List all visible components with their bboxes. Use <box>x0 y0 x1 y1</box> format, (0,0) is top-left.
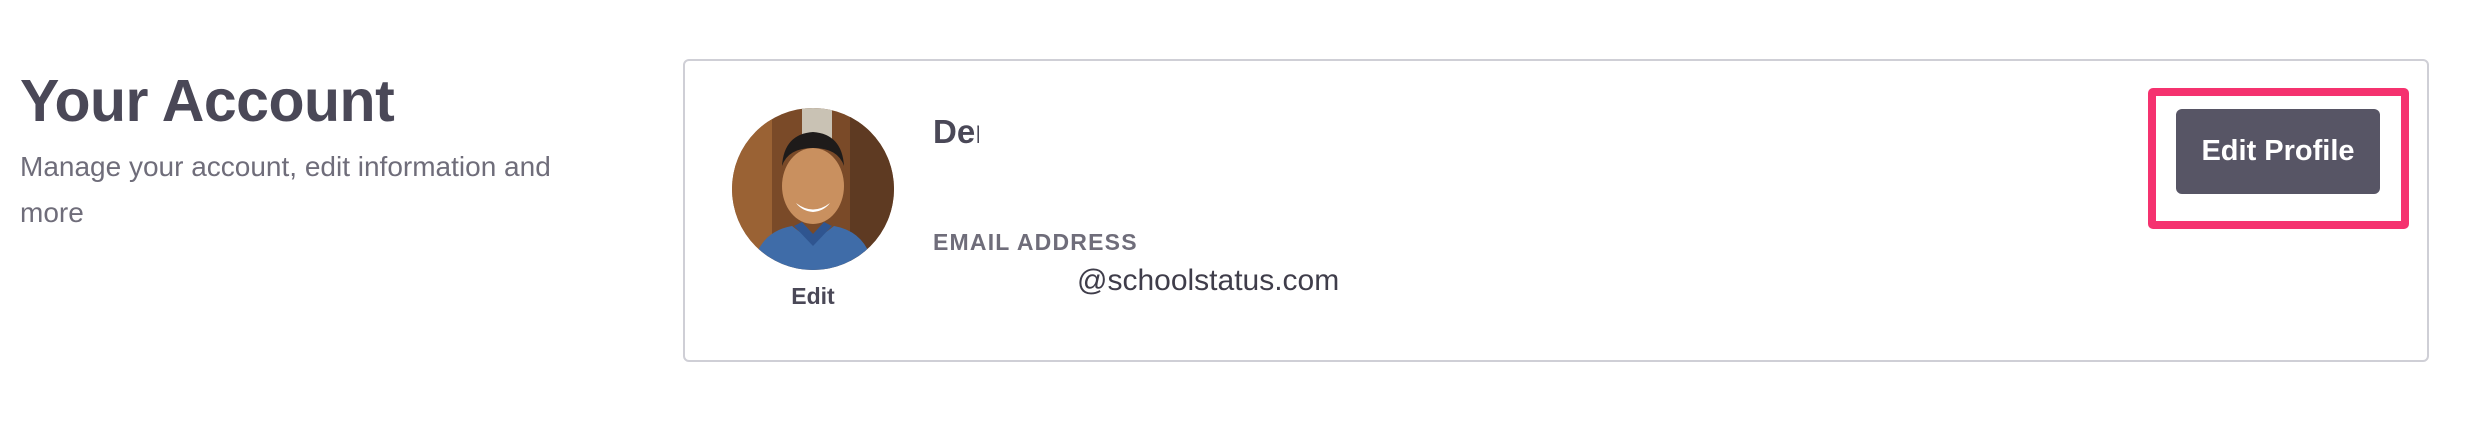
page-title: Your Account <box>20 68 395 134</box>
email-address-label: EMAIL ADDRESS <box>933 229 1138 255</box>
account-intro: Your Account Manage your account, edit i… <box>20 62 580 236</box>
avatar[interactable] <box>732 108 894 270</box>
email-address-value: @schoolstatus.com <box>1077 264 1340 297</box>
page-subtitle: Manage your account, edit information an… <box>20 151 551 228</box>
edit-profile-button[interactable]: Edit Profile <box>2176 109 2380 194</box>
avatar-edit-link[interactable]: Edit <box>732 283 894 310</box>
account-page: Your Account Manage your account, edit i… <box>0 0 2476 428</box>
profile-name: Den <box>933 113 979 150</box>
profile-card: Edit Den EMAIL ADDRESS @schoolstatus.com… <box>683 59 2429 362</box>
avatar-photo <box>732 108 894 270</box>
